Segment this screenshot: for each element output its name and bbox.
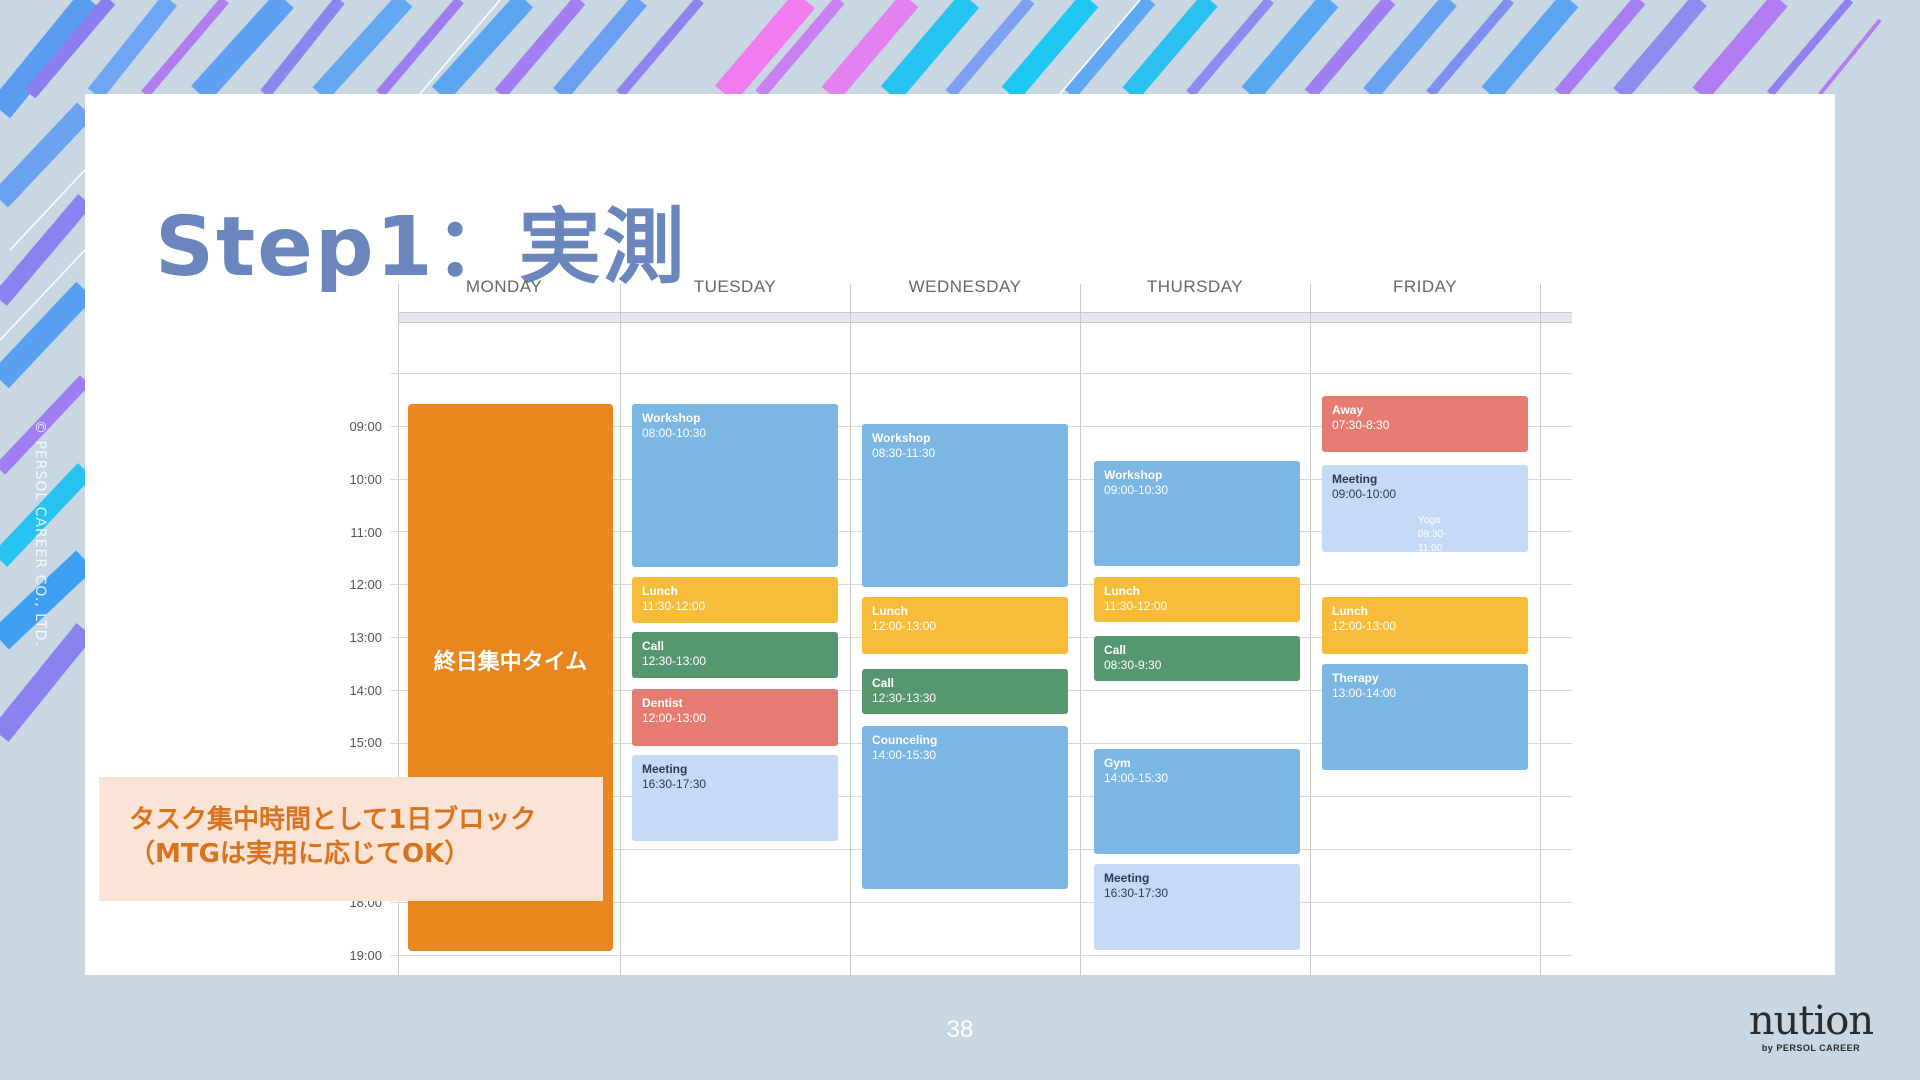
time-label: 09:00	[349, 419, 382, 434]
calendar-event[interactable]: Workshop 09:00-10:30	[1094, 461, 1300, 566]
event-name: Workshop	[872, 431, 931, 445]
all-day-row	[398, 312, 1572, 323]
calendar-event[interactable]: Meeting 16:30-17:30	[1094, 864, 1300, 950]
calendar-event[interactable]: Dentist 12:00-13:00	[632, 689, 838, 746]
calendar-sub-event[interactable]: Yoga 09:30-11:00	[1418, 514, 1446, 556]
time-label: 13:00	[349, 630, 382, 645]
grid-divider	[1540, 284, 1541, 975]
event-time: 16:30-17:30	[642, 777, 707, 791]
logo-wordmark: nution	[1748, 998, 1874, 1044]
copyright-text: © PERSOL CAREER CO., LTD.	[32, 420, 48, 647]
event-name: Lunch	[1332, 604, 1368, 618]
event-time: 14:00-15:30	[872, 748, 937, 762]
calendar-event[interactable]: Call 08:30-9:30	[1094, 636, 1300, 681]
calendar-event[interactable]: Away 07:30-8:30	[1322, 396, 1528, 452]
event-time: 09:00-10:00	[1332, 487, 1397, 501]
event-time: 12:00-13:00	[872, 619, 937, 633]
note-line-2: （MTGは実用に応じてOK）	[129, 839, 471, 869]
event-name: Call	[872, 676, 895, 690]
calendar-event[interactable]: Gym 14:00-15:30	[1094, 749, 1300, 854]
event-time: 13:00-14:00	[1332, 686, 1397, 700]
calendar-event[interactable]: Lunch 12:00-13:00	[1322, 597, 1528, 654]
event-name: Away	[1332, 403, 1364, 417]
event-name: Meeting	[642, 762, 688, 776]
event-time: 08:30-11:30	[872, 446, 936, 460]
event-time: 09:30-11:00	[1418, 529, 1447, 554]
logo-tagline: by PERSOL CAREER	[1761, 1043, 1861, 1053]
calendar-event[interactable]: Call 12:30-13:00	[632, 632, 838, 678]
event-name: Meeting	[1104, 871, 1150, 885]
event-time: 11:30-12:00	[1104, 599, 1168, 613]
event-name: Workshop	[642, 411, 701, 425]
event-name: Lunch	[1104, 584, 1140, 598]
event-name: Workshop	[1104, 468, 1163, 482]
brand-logo: nution by PERSOL CAREER	[1738, 1001, 1884, 1053]
note-line-1: タスク集中時間として1日ブロック	[129, 805, 537, 835]
hour-line	[390, 955, 1572, 956]
event-name: Call	[642, 639, 665, 653]
grid-divider	[620, 284, 621, 975]
hour-line	[390, 373, 1572, 374]
time-label: 14:00	[349, 683, 382, 698]
time-label: 11:00	[350, 525, 382, 540]
event-time: 12:30-13:00	[642, 654, 707, 668]
event-name: Meeting	[1332, 472, 1378, 486]
calendar-event[interactable]: Therapy 13:00-14:00	[1322, 664, 1528, 770]
day-header-wednesday: WEDNESDAY	[908, 277, 1022, 296]
event-name: Therapy	[1332, 671, 1379, 685]
event-time: 11:30-12:00	[642, 599, 706, 613]
calendar-event[interactable]: Call 12:30-13:30	[862, 669, 1068, 714]
day-header-tuesday: TUESDAY	[693, 277, 777, 296]
event-name: Lunch	[872, 604, 908, 618]
calendar-event[interactable]: Workshop 08:30-11:30	[862, 424, 1068, 587]
time-label: 15:00	[349, 735, 382, 750]
event-time: 14:00-15:30	[1104, 771, 1169, 785]
calendar-event[interactable]: Workshop 08:00-10:30	[632, 404, 838, 567]
event-time: 07:30-8:30	[1332, 418, 1390, 432]
event-time: 12:00-13:00	[1332, 619, 1397, 633]
calendar-event[interactable]: Lunch 12:00-13:00	[862, 597, 1068, 654]
event-name: Yoga	[1418, 515, 1441, 526]
event-time: 12:00-13:00	[642, 711, 707, 725]
calendar-event[interactable]: Meeting 16:30-17:30	[632, 755, 838, 841]
calendar-event[interactable]: Lunch 11:30-12:00	[1094, 577, 1300, 622]
annotation-note: タスク集中時間として1日ブロック （MTGは実用に応じてOK）	[99, 777, 603, 901]
grid-divider	[1080, 284, 1081, 975]
focus-time-label: 終日集中タイム	[433, 650, 588, 675]
day-header-friday: FRIDAY	[1392, 277, 1458, 296]
grid-divider	[1310, 284, 1311, 975]
event-time: 12:30-13:30	[872, 691, 937, 705]
grid-divider	[850, 284, 851, 975]
event-time: 16:30-17:30	[1104, 886, 1169, 900]
time-label: 12:00	[349, 577, 382, 592]
event-name: Dentist	[642, 696, 683, 710]
event-name: Lunch	[642, 584, 678, 598]
time-label: 19:00	[349, 948, 382, 963]
day-header-thursday: THURSDAY	[1146, 277, 1244, 296]
time-label: 10:00	[349, 472, 382, 487]
event-name: Call	[1104, 643, 1127, 657]
event-time: 08:00-10:30	[642, 426, 707, 440]
calendar-event[interactable]: Lunch 11:30-12:00	[632, 577, 838, 623]
event-time: 09:00-10:30	[1104, 483, 1169, 497]
event-time: 08:30-9:30	[1104, 658, 1162, 672]
calendar-event[interactable]: Counceling 14:00-15:30	[862, 726, 1068, 889]
day-header-monday: MONDAY	[465, 277, 543, 296]
event-name: Counceling	[872, 733, 938, 747]
page-number: 38	[946, 1016, 974, 1043]
event-name: Gym	[1104, 756, 1131, 770]
